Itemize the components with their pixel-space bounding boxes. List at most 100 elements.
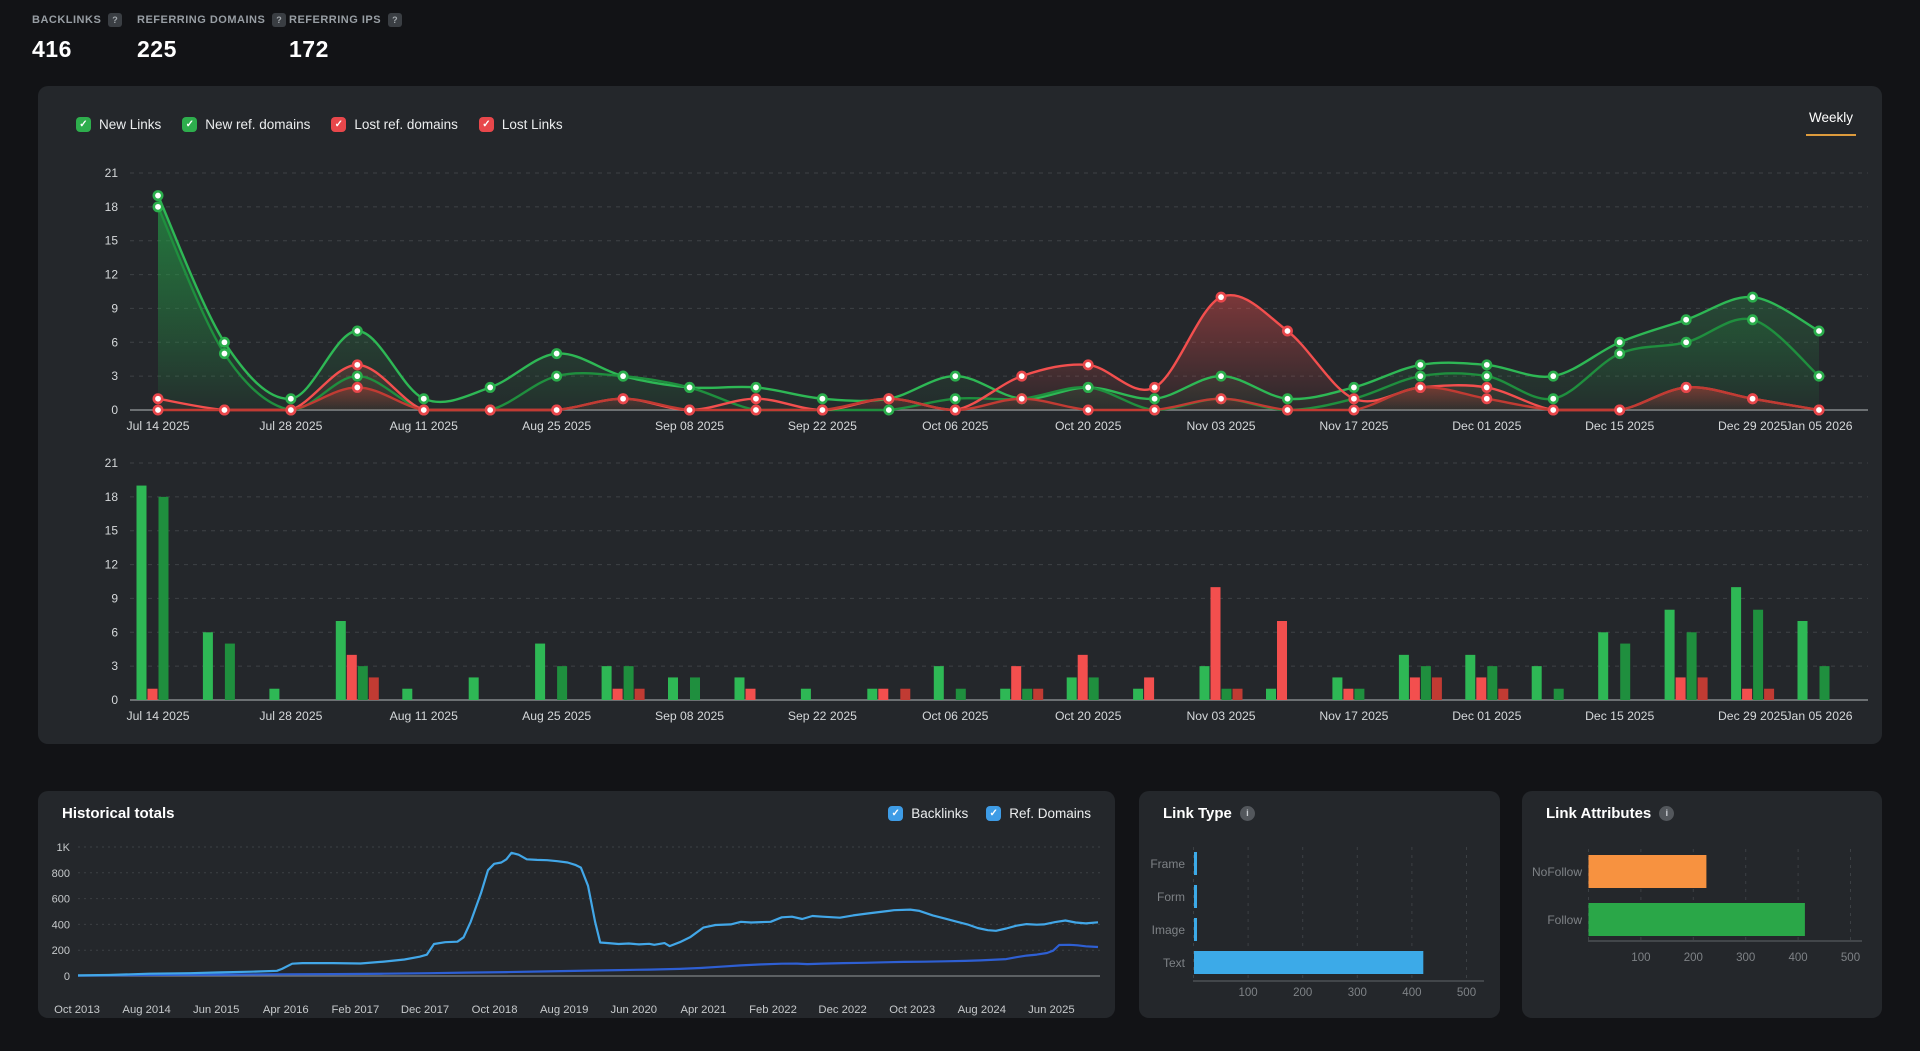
svg-text:Sep 22 2025: Sep 22 2025: [788, 709, 857, 723]
weekly-legend-item-1[interactable]: ✓New ref. domains: [182, 117, 310, 132]
svg-text:6: 6: [111, 335, 118, 349]
svg-text:9: 9: [111, 301, 118, 315]
svg-text:21: 21: [105, 166, 119, 180]
info-icon[interactable]: i: [1240, 806, 1255, 821]
metric-label: REFERRING DOMAINS: [137, 14, 265, 26]
svg-text:Oct 20 2025: Oct 20 2025: [1055, 419, 1122, 433]
svg-text:Dec 29 2025: Dec 29 2025: [1718, 419, 1787, 433]
chart-legend: ✓ New Links ✓New ref. domains ✓Lost ref. do…: [76, 117, 563, 132]
metric-value: 416: [32, 36, 122, 63]
svg-text:0: 0: [64, 971, 70, 983]
tab-weekly[interactable]: Weekly: [1806, 110, 1856, 136]
svg-text:12: 12: [105, 558, 119, 572]
svg-text:800: 800: [52, 868, 70, 880]
checkbox-checked-icon[interactable]: ✓: [986, 806, 1001, 821]
svg-text:Jul 28 2025: Jul 28 2025: [259, 419, 322, 433]
weekly-legend-item-0[interactable]: ✓ New Links: [76, 117, 161, 132]
checkbox-checked-icon[interactable]: ✓: [182, 117, 197, 132]
svg-text:100: 100: [1631, 952, 1650, 964]
historical-legend-item-0[interactable]: ✓ Backlinks: [888, 806, 968, 821]
svg-text:Aug 25 2025: Aug 25 2025: [522, 709, 591, 723]
svg-text:Jan 05 2026: Jan 05 2026: [1785, 419, 1852, 433]
metric-value: 225: [137, 36, 286, 63]
info-icon[interactable]: i: [1659, 806, 1674, 821]
legend-label: Ref. Domains: [1009, 806, 1091, 821]
weekly-legend-item-3[interactable]: ✓ Lost Links: [479, 117, 563, 132]
svg-text:200: 200: [1684, 952, 1703, 964]
checkbox-checked-icon[interactable]: ✓: [76, 117, 91, 132]
svg-text:600: 600: [52, 894, 70, 906]
svg-text:Oct 20 2025: Oct 20 2025: [1055, 709, 1122, 723]
svg-text:200: 200: [52, 945, 70, 957]
svg-text:Jul 14 2025: Jul 14 2025: [126, 709, 189, 723]
help-icon[interactable]: ?: [108, 13, 122, 27]
svg-text:3: 3: [111, 659, 118, 673]
svg-text:18: 18: [105, 490, 119, 504]
link-attributes-chart[interactable]: 100200300400500NoFollowFollow: [1522, 791, 1882, 1018]
svg-text:9: 9: [111, 591, 118, 605]
svg-text:Oct 2013: Oct 2013: [54, 1004, 100, 1016]
svg-text:3: 3: [111, 369, 118, 383]
metric-backlinks: BACKLINKS ? 416: [32, 13, 122, 63]
weekly-charts-panel: ✓ New Links ✓New ref. domains ✓Lost ref. do…: [38, 86, 1882, 744]
metric-label: REFERRING IPS: [289, 14, 381, 26]
svg-text:200: 200: [1293, 987, 1312, 999]
historical-totals-chart[interactable]: 02004006008001KOct 2013Aug 2014Jun 2015A…: [38, 791, 1115, 1018]
legend-label: New Links: [99, 117, 161, 132]
link-type-chart[interactable]: 100200300400500FrameFormImageText: [1139, 791, 1500, 1018]
checkbox-checked-icon[interactable]: ✓: [479, 117, 494, 132]
svg-text:Jul 14 2025: Jul 14 2025: [126, 419, 189, 433]
svg-text:Text: Text: [1163, 956, 1186, 970]
svg-text:Form: Form: [1157, 890, 1185, 904]
svg-text:Dec 01 2025: Dec 01 2025: [1452, 419, 1521, 433]
svg-text:6: 6: [111, 625, 118, 639]
historical-legend: ✓ Backlinks ✓ Ref. Domains: [888, 806, 1091, 821]
svg-text:Jun 2020: Jun 2020: [611, 1004, 657, 1016]
svg-text:Nov 17 2025: Nov 17 2025: [1319, 419, 1388, 433]
svg-text:Follow: Follow: [1547, 913, 1582, 927]
svg-text:400: 400: [52, 919, 70, 931]
metric-referring-ips-label-row: REFERRING IPS ?: [289, 13, 402, 27]
link-attributes-title: Link Attributes i: [1546, 805, 1674, 822]
weekly-legend-item-2[interactable]: ✓Lost ref. domains: [331, 117, 458, 132]
metric-referring-domains-label-row: REFERRING DOMAINS ?: [137, 13, 286, 27]
svg-text:21: 21: [105, 456, 119, 470]
panel-title-text: Link Attributes: [1546, 805, 1651, 822]
legend-label: Lost Links: [502, 117, 563, 132]
svg-text:0: 0: [111, 403, 118, 417]
svg-text:Dec 29 2025: Dec 29 2025: [1718, 709, 1787, 723]
svg-text:Feb 2022: Feb 2022: [749, 1004, 797, 1016]
svg-text:300: 300: [1736, 952, 1755, 964]
svg-text:NoFollow: NoFollow: [1532, 865, 1582, 879]
svg-text:Feb 2017: Feb 2017: [332, 1004, 380, 1016]
historical-legend-item-1[interactable]: ✓ Ref. Domains: [986, 806, 1091, 821]
svg-text:Jan 05 2026: Jan 05 2026: [1785, 709, 1852, 723]
svg-text:Aug 2019: Aug 2019: [540, 1004, 588, 1016]
metric-label: BACKLINKS: [32, 14, 101, 26]
checkbox-checked-icon[interactable]: ✓: [888, 806, 903, 821]
svg-text:Sep 08 2025: Sep 08 2025: [655, 419, 724, 433]
svg-text:500: 500: [1457, 987, 1476, 999]
dashboard-page: BACKLINKS ? 416 REFERRING DOMAINS ? 225 …: [0, 0, 1920, 1051]
svg-text:Aug 11 2025: Aug 11 2025: [390, 709, 458, 723]
svg-text:Jun 2015: Jun 2015: [193, 1004, 239, 1016]
checkbox-checked-icon[interactable]: ✓: [331, 117, 346, 132]
svg-text:Dec 15 2025: Dec 15 2025: [1585, 709, 1654, 723]
panel-title-text: Link Type: [1163, 805, 1232, 822]
help-icon[interactable]: ?: [272, 13, 286, 27]
historical-totals-panel: Historical totals ✓Backlinks✓Ref. Domain…: [38, 791, 1115, 1018]
svg-text:Sep 08 2025: Sep 08 2025: [655, 709, 724, 723]
metric-referring-ips: REFERRING IPS ? 172: [289, 13, 402, 63]
weekly-line-and-bar-chart[interactable]: 0 3 6 9 12 15 18 21 Jul 14 2025 Jul 28 2025 Aug 11…: [38, 86, 1882, 744]
svg-text:Oct 06 2025: Oct 06 2025: [922, 419, 989, 433]
svg-text:Jul 28 2025: Jul 28 2025: [259, 709, 322, 723]
help-icon[interactable]: ?: [388, 13, 402, 27]
link-type-panel: Link Type i 100200300400500FrameFormImag…: [1139, 791, 1500, 1018]
svg-text:15: 15: [105, 234, 119, 248]
svg-text:Image: Image: [1152, 923, 1186, 937]
svg-text:Apr 2021: Apr 2021: [680, 1004, 726, 1016]
svg-text:18: 18: [105, 200, 119, 214]
legend-label: Backlinks: [911, 806, 968, 821]
metric-value: 172: [289, 36, 402, 63]
svg-text:Dec 2022: Dec 2022: [818, 1004, 866, 1016]
